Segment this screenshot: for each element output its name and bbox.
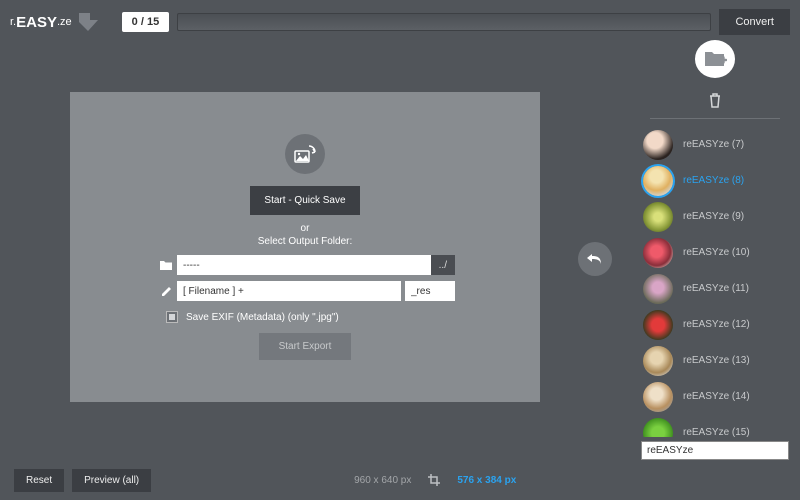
start-export-button[interactable]: Start Export bbox=[259, 333, 352, 360]
exif-label: Save EXIF (Metadata) (only ".jpg") bbox=[186, 312, 339, 323]
main-area: Start - Quick Save or Select Output Fold… bbox=[0, 44, 800, 460]
thumbnail-item[interactable]: reEASYze (9) bbox=[635, 199, 795, 235]
logo-easy: EASY bbox=[16, 14, 57, 31]
divider bbox=[650, 118, 780, 119]
thumbnail-image bbox=[643, 310, 673, 340]
folder-icon bbox=[155, 259, 177, 271]
reset-button[interactable]: Reset bbox=[14, 469, 64, 492]
thumbnail-item[interactable]: reEASYze (15) bbox=[635, 415, 795, 437]
thumbnail-label: reEASYze (8) bbox=[683, 175, 744, 186]
progress-bar bbox=[177, 13, 711, 31]
convert-button[interactable]: Convert bbox=[719, 9, 790, 35]
thumbnail-label: reEASYze (10) bbox=[683, 247, 750, 258]
thumbnail-image bbox=[643, 238, 673, 268]
progress-counter: 0 / 15 bbox=[122, 12, 170, 32]
logo-ze: .ze bbox=[57, 16, 72, 28]
target-dimensions: 576 x 384 px bbox=[457, 475, 516, 486]
thumbnail-item[interactable]: reEASYze (10) bbox=[635, 235, 795, 271]
thumbnail-list[interactable]: reEASYze (7) reEASYze (8) reEASYze (9) reEA… bbox=[635, 127, 795, 437]
preview-all-button[interactable]: Preview (all) bbox=[72, 469, 151, 492]
thumbnail-image bbox=[643, 202, 673, 232]
output-path-row: ../ bbox=[155, 255, 455, 275]
thumbnail-item[interactable]: reEASYze (7) bbox=[635, 127, 795, 163]
thumbnail-label: reEASYze (11) bbox=[683, 283, 749, 294]
logo-arrow-icon bbox=[76, 10, 102, 34]
thumbnail-label: reEASYze (13) bbox=[683, 355, 750, 366]
thumbnail-label: reEASYze (12) bbox=[683, 319, 750, 330]
original-dimensions: 960 x 640 px bbox=[354, 475, 411, 486]
thumbnail-item[interactable]: reEASYze (13) bbox=[635, 343, 795, 379]
thumbnail-image bbox=[643, 274, 673, 304]
bottombar: Reset Preview (all) 960 x 640 px 576 x 3… bbox=[0, 460, 800, 500]
thumbnail-item[interactable]: reEASYze (8) bbox=[635, 163, 795, 199]
filename-input[interactable] bbox=[177, 281, 401, 301]
or-label: or bbox=[301, 223, 310, 234]
thumbnail-image bbox=[643, 166, 673, 196]
quick-save-button[interactable]: Start - Quick Save bbox=[250, 186, 359, 215]
thumbnail-label: reEASYze (14) bbox=[683, 391, 750, 402]
canvas-frame: Start - Quick Save or Select Output Fold… bbox=[70, 92, 540, 402]
export-folder-icon bbox=[285, 134, 325, 174]
thumbnail-image bbox=[643, 130, 673, 160]
thumbnail-item[interactable]: reEASYze (11) bbox=[635, 271, 795, 307]
canvas-area: Start - Quick Save or Select Output Fold… bbox=[0, 44, 630, 460]
edit-icon bbox=[155, 285, 177, 298]
select-output-label: Select Output Folder: bbox=[258, 236, 353, 247]
app-logo: r. EASY .ze bbox=[10, 10, 102, 34]
add-images-button[interactable] bbox=[695, 40, 735, 78]
filename-row bbox=[155, 281, 455, 301]
thumbnail-item[interactable]: reEASYze (14) bbox=[635, 379, 795, 415]
output-path-input[interactable] bbox=[177, 255, 431, 275]
browse-button[interactable]: ../ bbox=[431, 255, 455, 275]
exif-checkbox[interactable] bbox=[166, 311, 178, 323]
thumbnail-item[interactable]: reEASYze (12) bbox=[635, 307, 795, 343]
thumbnail-image bbox=[643, 382, 673, 412]
delete-button[interactable] bbox=[708, 92, 722, 108]
thumbnail-label: reEASYze (7) bbox=[683, 139, 744, 150]
undo-button[interactable] bbox=[578, 242, 612, 276]
suffix-input[interactable] bbox=[405, 281, 455, 301]
topbar: r. EASY .ze 0 / 15 Convert bbox=[0, 0, 800, 44]
thumbnail-label: reEASYze (9) bbox=[683, 211, 744, 222]
thumbnail-image bbox=[643, 418, 673, 437]
exif-row: Save EXIF (Metadata) (only ".jpg") bbox=[166, 311, 466, 323]
thumbnail-image bbox=[643, 346, 673, 376]
crop-icon[interactable] bbox=[427, 473, 441, 487]
right-panel: reEASYze (7) reEASYze (8) reEASYze (9) reEA… bbox=[630, 44, 800, 460]
filter-input[interactable] bbox=[641, 441, 789, 460]
export-dialog: Start - Quick Save or Select Output Fold… bbox=[135, 134, 475, 360]
thumbnail-label: reEASYze (15) bbox=[683, 427, 750, 437]
